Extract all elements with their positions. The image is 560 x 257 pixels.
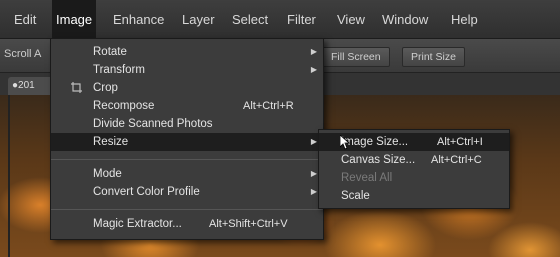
reveal-all-label: Reveal All	[341, 172, 393, 184]
magic-extractor-label: Magic Extractor...	[93, 218, 182, 230]
recompose-shortcut: Alt+Ctrl+R	[243, 100, 294, 112]
submenu-arrow-icon: ▶	[310, 187, 317, 196]
mode-label: Mode	[93, 168, 122, 180]
fill-screen-button[interactable]: Fill Screen	[322, 47, 390, 67]
menu-item-canvas-size[interactable]: Canvas Size... Alt+Ctrl+C	[319, 151, 509, 169]
divide-label: Divide Scanned Photos	[93, 118, 213, 130]
image-size-shortcut: Alt+Ctrl+I	[437, 136, 483, 148]
scroll-all-label[interactable]: Scroll A	[4, 48, 41, 60]
rotate-label: Rotate	[93, 46, 127, 58]
submenu-arrow-icon: ▶	[310, 65, 317, 74]
menu-item-resize[interactable]: Resize ▶	[51, 133, 323, 151]
menu-item-crop[interactable]: Crop	[51, 79, 323, 97]
menu-item-divide-scanned-photos[interactable]: Divide Scanned Photos	[51, 115, 323, 133]
menu-enhance[interactable]: Enhance	[111, 0, 166, 38]
menu-separator	[51, 209, 323, 210]
print-size-button[interactable]: Print Size	[402, 47, 465, 67]
magic-extractor-shortcut: Alt+Shift+Ctrl+V	[209, 218, 288, 230]
recompose-label: Recompose	[93, 100, 155, 112]
canvas-size-label: Canvas Size...	[341, 154, 416, 166]
crop-label: Crop	[93, 82, 118, 94]
scale-label: Scale	[341, 190, 370, 202]
menu-item-rotate[interactable]: Rotate ▶	[51, 43, 323, 61]
menu-bar: Edit Image Enhance Layer Select Filter V…	[0, 0, 560, 39]
menu-help[interactable]: Help	[449, 0, 480, 38]
submenu-arrow-icon: ▶	[310, 137, 317, 146]
menu-item-scale[interactable]: Scale	[319, 187, 509, 205]
submenu-arrow-icon: ▶	[310, 169, 317, 178]
menu-select[interactable]: Select	[230, 0, 270, 38]
menu-view[interactable]: View	[335, 0, 367, 38]
menu-item-convert-color-profile[interactable]: Convert Color Profile ▶	[51, 183, 323, 201]
convert-profile-label: Convert Color Profile	[93, 186, 200, 198]
menu-separator	[51, 159, 323, 160]
canvas-size-shortcut: Alt+Ctrl+C	[431, 154, 482, 166]
document-tab[interactable]: ●201	[8, 77, 56, 95]
menu-edit[interactable]: Edit	[12, 0, 38, 38]
transform-label: Transform	[93, 64, 145, 76]
menu-filter[interactable]: Filter	[285, 0, 318, 38]
menu-item-transform[interactable]: Transform ▶	[51, 61, 323, 79]
menu-item-mode[interactable]: Mode ▶	[51, 165, 323, 183]
mouse-pointer-icon	[340, 135, 351, 150]
crop-icon	[71, 82, 82, 93]
menu-image[interactable]: Image	[52, 0, 97, 38]
resize-label: Resize	[93, 136, 129, 148]
menu-item-reveal-all: Reveal All	[319, 169, 509, 187]
submenu-arrow-icon: ▶	[310, 47, 317, 56]
menu-layer[interactable]: Layer	[180, 0, 217, 38]
menu-window[interactable]: Window	[380, 0, 430, 38]
image-menu: Rotate ▶ Transform ▶ Crop Recompose Alt+…	[50, 38, 324, 240]
menu-item-magic-extractor[interactable]: Magic Extractor... Alt+Shift+Ctrl+V	[51, 215, 323, 233]
menu-item-recompose[interactable]: Recompose Alt+Ctrl+R	[51, 97, 323, 115]
